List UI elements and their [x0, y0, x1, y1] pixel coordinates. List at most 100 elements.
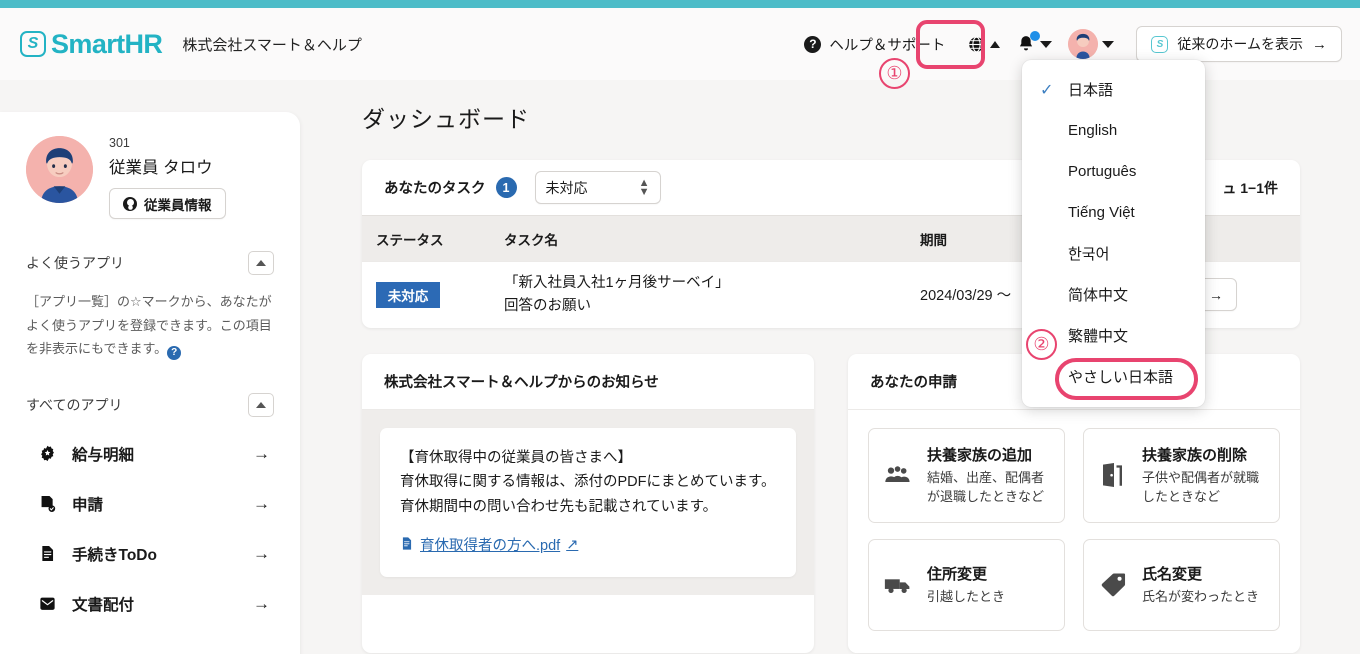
- sidebar-item-document-delivery[interactable]: 文書配付 →: [26, 579, 274, 629]
- news-body: 【育休取得中の従業員の皆さまへ】 育休取得に関する情報は、添付のPDFにまとめて…: [400, 446, 776, 521]
- language-item-japanese[interactable]: ✓ 日本語: [1022, 69, 1205, 110]
- column-task-name: タスク名: [490, 216, 906, 262]
- request-card-title: 住所変更: [927, 563, 1005, 584]
- tasks-pager-value: ュ 1−1件: [1222, 180, 1278, 196]
- chevron-up-icon: [256, 260, 266, 266]
- favorite-apps-title: よく使うアプリ: [26, 253, 124, 273]
- cell-status: 未対応: [362, 262, 490, 328]
- show-legacy-home-label: 従来のホームを表示: [1177, 34, 1303, 54]
- family-group-icon: [883, 464, 913, 486]
- news-body-line-1: 【育休取得中の従業員の皆さまへ】: [400, 446, 776, 471]
- notifications-button[interactable]: [1008, 28, 1060, 60]
- annotation-number-2: ②: [1026, 329, 1057, 360]
- arrow-right-icon: →: [253, 544, 270, 564]
- name-tag-icon: [1098, 572, 1128, 597]
- request-card-title: 扶養家族の追加: [927, 444, 1050, 465]
- sidebar-item-application[interactable]: 申請 →: [26, 479, 274, 529]
- language-item-label: やさしい日本語: [1068, 366, 1173, 387]
- request-card-name-change[interactable]: 氏名変更 氏名が変わったとき: [1083, 539, 1280, 631]
- app-list: 給与明細 → 申請 → 手続きToDo →: [26, 429, 274, 629]
- request-card-title: 扶養家族の削除: [1142, 444, 1265, 465]
- request-card-add-dependent[interactable]: 扶養家族の追加 結婚、出産、配偶者が退職したときなど: [868, 428, 1065, 523]
- sidebar-item-label: 給与明細: [72, 443, 134, 465]
- person-icon: [123, 197, 137, 211]
- annotation-number-1: ①: [879, 58, 910, 89]
- language-item-vietnamese[interactable]: Tiếng Việt: [1022, 192, 1205, 233]
- brand-name: SmartHR: [51, 29, 162, 60]
- smarthr-logo-letter: S: [28, 35, 39, 53]
- header-actions: ? ヘルプ＆サポート: [804, 23, 1342, 65]
- smarthr-logo-icon: S: [20, 31, 46, 57]
- sidebar-item-payroll[interactable]: 給与明細 →: [26, 429, 274, 479]
- tenant-name: 株式会社スマート＆ヘルプ: [182, 34, 362, 55]
- language-item-label: 简体中文: [1068, 284, 1128, 305]
- all-apps-section-header: すべてのアプリ: [26, 393, 274, 417]
- language-item-label: Português: [1068, 163, 1136, 180]
- news-attachment-link[interactable]: 育休取得者の方へ.pdf ↗: [400, 534, 578, 555]
- help-icon[interactable]: ?: [167, 346, 181, 360]
- request-card-remove-dependent[interactable]: 扶養家族の削除 子供や配偶者が就職したときなど: [1083, 428, 1280, 523]
- profile-text: 301 従業員 タロウ 従業員情報: [109, 136, 226, 219]
- news-panel-body: 【育休取得中の従業員の皆さまへ】 育休取得に関する情報は、添付のPDFにまとめて…: [362, 410, 814, 595]
- select-updown-icon: ▲▼: [639, 180, 650, 194]
- document-todo-icon: [36, 544, 58, 563]
- notification-badge-dot: [1030, 31, 1040, 41]
- show-legacy-home-button[interactable]: S 従来のホームを表示 →: [1136, 26, 1342, 62]
- request-card-text: 扶養家族の削除 子供や配偶者が就職したときなど: [1142, 444, 1265, 507]
- sidebar: 301 従業員 タロウ 従業員情報 よく使うアプリ ［アプリ一覧］の☆マークから…: [0, 112, 300, 654]
- question-circle-icon: ?: [804, 36, 821, 53]
- news-body-line-3: 育休期間中の問い合わせ先も記載されています。: [400, 495, 776, 520]
- file-icon: [400, 535, 414, 555]
- top-accent-strip: [0, 0, 1360, 8]
- application-form-icon: [36, 494, 58, 513]
- language-item-label: Tiếng Việt: [1068, 204, 1135, 221]
- favorite-apps-hint-text: ［アプリ一覧］の☆マークから、あなたがよく使うアプリを登録できます。この項目を非…: [26, 294, 272, 356]
- news-attachment-label: 育休取得者の方へ.pdf: [420, 534, 560, 555]
- favorite-apps-collapse-button[interactable]: [248, 251, 274, 275]
- arrow-right-icon: →: [253, 594, 270, 614]
- cell-task-name: 「新入社員入社1ヶ月後サーベイ」 回答のお願い: [490, 262, 906, 328]
- news-body-line-2: 育休取得に関する情報は、添付のPDFにまとめています。: [400, 470, 776, 495]
- language-item-korean[interactable]: 한국어: [1022, 233, 1205, 274]
- brand-logo[interactable]: S SmartHR: [20, 29, 162, 60]
- sidebar-item-label: 手続きToDo: [72, 543, 157, 565]
- arrow-right-icon: →: [253, 494, 270, 514]
- arrow-right-icon: →: [253, 444, 270, 464]
- language-item-easy-japanese[interactable]: やさしい日本語: [1022, 356, 1205, 397]
- sidebar-item-todo[interactable]: 手続きToDo →: [26, 529, 274, 579]
- chevron-down-icon: [1040, 41, 1052, 48]
- request-card-text: 氏名変更 氏名が変わったとき: [1142, 563, 1259, 607]
- chevron-down-icon: [1102, 41, 1114, 48]
- chevron-up-icon: [256, 402, 266, 408]
- user-menu-button[interactable]: [1060, 23, 1122, 65]
- smarthr-small-logo-letter: S: [1157, 39, 1164, 50]
- language-item-label: 繁體中文: [1068, 325, 1128, 346]
- chevron-up-icon: [990, 41, 1000, 48]
- moving-truck-icon: [883, 575, 913, 595]
- globe-language-button[interactable]: [959, 29, 1008, 60]
- task-name-line-1: 「新入社員入社1ヶ月後サーベイ」: [504, 272, 892, 294]
- request-card-title: 氏名変更: [1142, 563, 1259, 584]
- arrow-right-icon: →: [1312, 36, 1327, 53]
- task-status-filter-select[interactable]: 未対応 ▲▼: [535, 171, 661, 204]
- task-name-line-2: 回答のお願い: [504, 295, 892, 317]
- employee-info-button[interactable]: 従業員情報: [109, 188, 226, 219]
- language-item-simplified-chinese[interactable]: 简体中文: [1022, 274, 1205, 315]
- request-card-address-change[interactable]: 住所変更 引越したとき: [868, 539, 1065, 631]
- avatar-icon: [1068, 29, 1098, 59]
- language-item-portuguese[interactable]: Português: [1022, 151, 1205, 192]
- all-apps-title: すべてのアプリ: [26, 395, 122, 415]
- favorite-apps-hint: ［アプリ一覧］の☆マークから、あなたがよく使うアプリを登録できます。この項目を非…: [26, 290, 274, 361]
- bell-icon: [1016, 34, 1036, 54]
- news-panel: 株式会社スマート＆ヘルプからのお知らせ 【育休取得中の従業員の皆さまへ】 育休取…: [362, 354, 814, 653]
- all-apps-collapse-button[interactable]: [248, 393, 274, 417]
- language-item-english[interactable]: English: [1022, 110, 1205, 151]
- request-card-text: 扶養家族の追加 結婚、出産、配偶者が退職したときなど: [927, 444, 1050, 507]
- language-item-label: 日本語: [1068, 79, 1113, 100]
- envelope-icon: [36, 594, 58, 613]
- request-card-desc: 氏名が変わったとき: [1142, 587, 1259, 607]
- payroll-icon: [36, 444, 58, 463]
- help-and-support-label: ヘルプ＆サポート: [829, 34, 945, 55]
- status-badge: 未対応: [376, 282, 440, 308]
- help-and-support-link[interactable]: ? ヘルプ＆サポート: [804, 34, 945, 55]
